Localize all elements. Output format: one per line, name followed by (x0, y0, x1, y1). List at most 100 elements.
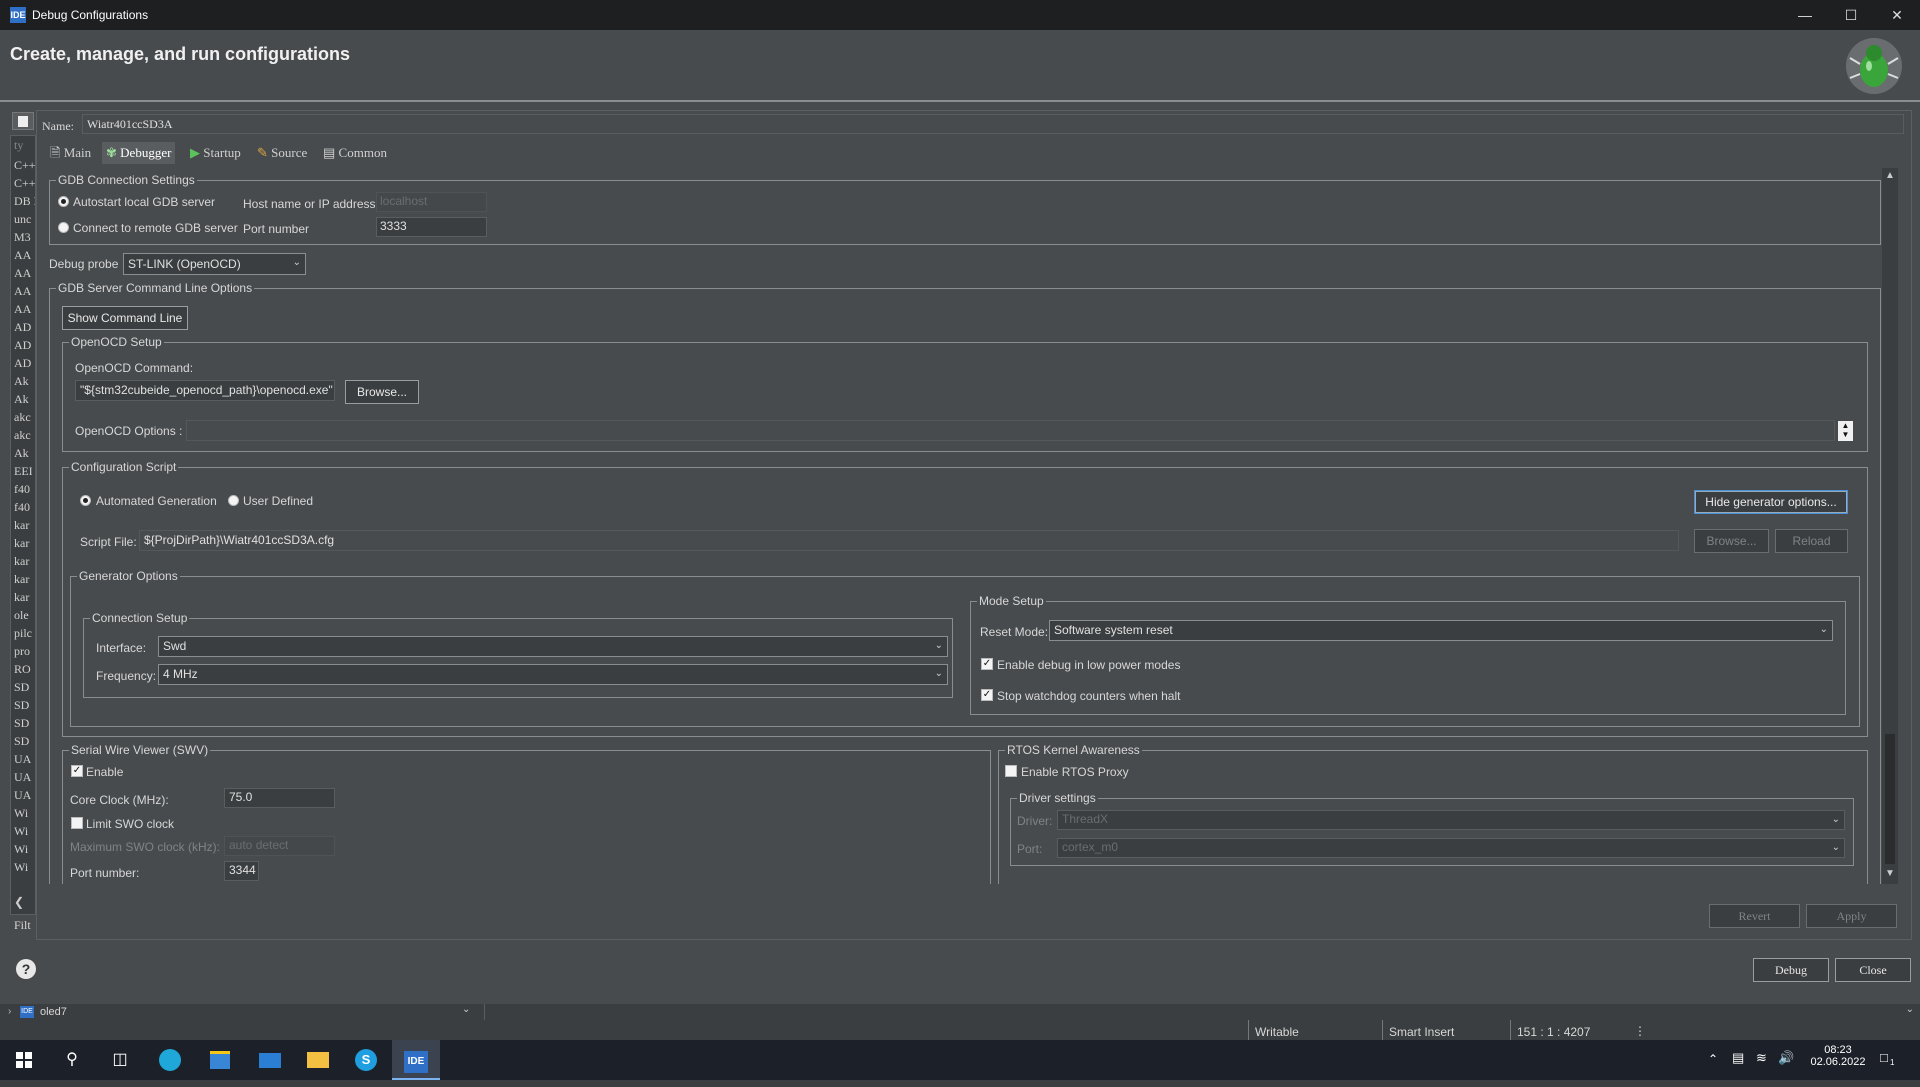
tab-startup[interactable]: ▶ Startup (190, 142, 241, 164)
script-file-input[interactable]: ${ProjDirPath}\Wiatr401ccSD3A.cfg (139, 530, 1679, 551)
scroll-down-icon[interactable]: ▼ (1885, 868, 1895, 879)
list-item[interactable]: kar (11, 570, 35, 588)
driver-select[interactable]: ThreadX ⌄ (1057, 810, 1845, 830)
revert-button[interactable]: Revert (1709, 904, 1800, 928)
enable-rtos-proxy-checkbox[interactable] (1005, 765, 1017, 777)
scroll-left-icon[interactable]: ❮ (14, 895, 30, 911)
list-item[interactable]: kar (11, 588, 35, 606)
list-item[interactable]: M3 (11, 228, 35, 246)
list-item[interactable]: UA (11, 750, 35, 768)
store-icon[interactable] (196, 1040, 244, 1080)
debug-probe-select[interactable]: ST-LINK (OpenOCD) ⌄ (123, 253, 306, 275)
project-selector[interactable]: › IDE oled7 ⌄ (0, 1004, 480, 1020)
list-item[interactable]: unc (11, 210, 35, 228)
list-item[interactable]: akc (11, 408, 35, 426)
list-item[interactable]: AD (11, 354, 35, 372)
autostart-radio[interactable] (58, 196, 69, 207)
list-item[interactable]: AD (11, 318, 35, 336)
tab-debugger[interactable]: ✾ Debugger (102, 142, 176, 164)
ide-taskbar-icon[interactable]: IDE (392, 1040, 440, 1080)
config-name-input[interactable]: Wiatr401ccSD3A (82, 114, 1904, 134)
tab-main[interactable]: 🗎 Main (50, 142, 91, 164)
openocd-browse-button[interactable]: Browse... (345, 380, 419, 404)
new-config-icon[interactable] (12, 112, 34, 130)
list-item[interactable]: AD (11, 336, 35, 354)
apply-button[interactable]: Apply (1806, 904, 1897, 928)
openocd-command-input[interactable]: "${stm32cubeide_openocd_path}\openocd.ex… (75, 380, 335, 401)
list-item[interactable]: f40 (11, 480, 35, 498)
tab-source[interactable]: ✎ Source (257, 142, 307, 164)
close-window-icon[interactable]: ✕ (1874, 0, 1920, 30)
search-icon[interactable]: ⚲ (48, 1040, 96, 1080)
task-view-icon[interactable]: ◫ (96, 1040, 144, 1080)
list-item[interactable]: AA (11, 246, 35, 264)
interface-select[interactable]: Swd ⌄ (158, 636, 948, 657)
user-defined-radio[interactable] (228, 495, 239, 506)
list-item[interactable]: kar (11, 552, 35, 570)
list-item[interactable]: kar (11, 516, 35, 534)
list-item[interactable]: EEI (11, 462, 35, 480)
tray-app-icon[interactable]: ▤ (1732, 1050, 1744, 1066)
list-item[interactable]: kar (11, 534, 35, 552)
list-item[interactable]: SD (11, 678, 35, 696)
list-item[interactable]: SD (11, 696, 35, 714)
debug-button[interactable]: Debug (1753, 958, 1829, 982)
mail-icon[interactable] (246, 1040, 294, 1080)
list-item[interactable]: UA (11, 768, 35, 786)
notifications-icon[interactable]: □ 1 (1880, 1050, 1894, 1067)
scrollbar-thumb[interactable] (1885, 734, 1895, 864)
more-icon[interactable]: ⋮ (1634, 1024, 1646, 1038)
help-icon[interactable]: ? (16, 959, 36, 979)
list-item[interactable]: Wi (11, 858, 35, 876)
clock[interactable]: 08:23 02.06.2022 (1810, 1044, 1866, 1068)
list-item[interactable]: f40 (11, 498, 35, 516)
low-power-checkbox[interactable]: ✓ (981, 658, 993, 670)
frequency-select[interactable]: 4 MHz ⌄ (158, 664, 948, 685)
swv-enable-checkbox[interactable]: ✓ (71, 765, 83, 777)
list-item[interactable]: C++ (11, 174, 35, 192)
list-item[interactable]: UA (11, 786, 35, 804)
skype-icon[interactable]: S (342, 1040, 390, 1080)
list-item[interactable]: pilc (11, 624, 35, 642)
list-item[interactable]: C++ (11, 156, 35, 174)
watchdog-checkbox[interactable]: ✓ (981, 689, 993, 701)
file-explorer-icon[interactable] (294, 1040, 342, 1080)
limit-swo-checkbox[interactable] (71, 817, 83, 829)
openocd-options-input[interactable] (186, 420, 1835, 441)
reload-button[interactable]: Reload (1775, 529, 1848, 553)
tray-expand-icon[interactable]: ⌃ (1708, 1052, 1718, 1066)
list-item[interactable]: Wi (11, 804, 35, 822)
close-button[interactable]: Close (1835, 958, 1911, 982)
list-item[interactable]: Wi (11, 840, 35, 858)
list-item[interactable]: Ak (11, 372, 35, 390)
maximize-icon[interactable]: ☐ (1828, 0, 1874, 30)
filter-input[interactable]: ty (11, 136, 35, 156)
list-item[interactable]: Wi (11, 822, 35, 840)
script-browse-button[interactable]: Browse... (1694, 529, 1769, 553)
list-item[interactable]: DB E (11, 192, 35, 210)
spinner-icon[interactable]: ▲ ▼ (1838, 421, 1853, 441)
list-item[interactable]: pro (11, 642, 35, 660)
list-item[interactable]: AA (11, 264, 35, 282)
wifi-icon[interactable]: ≋ (1756, 1050, 1767, 1066)
list-item[interactable]: Ak (11, 390, 35, 408)
edge-icon[interactable] (146, 1040, 194, 1080)
list-item[interactable]: akc (11, 426, 35, 444)
swv-port-input[interactable]: 3344 (224, 861, 259, 881)
scroll-up-icon[interactable]: ▲ (1885, 170, 1895, 181)
core-clock-input[interactable]: 75.0 (224, 788, 335, 808)
remote-radio[interactable] (58, 222, 69, 233)
list-item[interactable]: SD (11, 714, 35, 732)
list-item[interactable]: AA (11, 282, 35, 300)
list-item[interactable]: SD (11, 732, 35, 750)
list-item[interactable]: Ak (11, 444, 35, 462)
list-item[interactable]: AA (11, 300, 35, 318)
volume-icon[interactable]: 🔊 (1778, 1050, 1794, 1066)
list-item[interactable]: ole (11, 606, 35, 624)
minimize-icon[interactable]: — (1782, 0, 1828, 30)
reset-mode-select[interactable]: Software system reset ⌄ (1049, 620, 1833, 641)
show-command-line-button[interactable]: Show Command Line (62, 306, 188, 330)
windows-start-icon[interactable] (0, 1040, 48, 1080)
host-input[interactable]: localhost (376, 192, 487, 212)
max-swo-input[interactable]: auto detect (224, 836, 335, 856)
